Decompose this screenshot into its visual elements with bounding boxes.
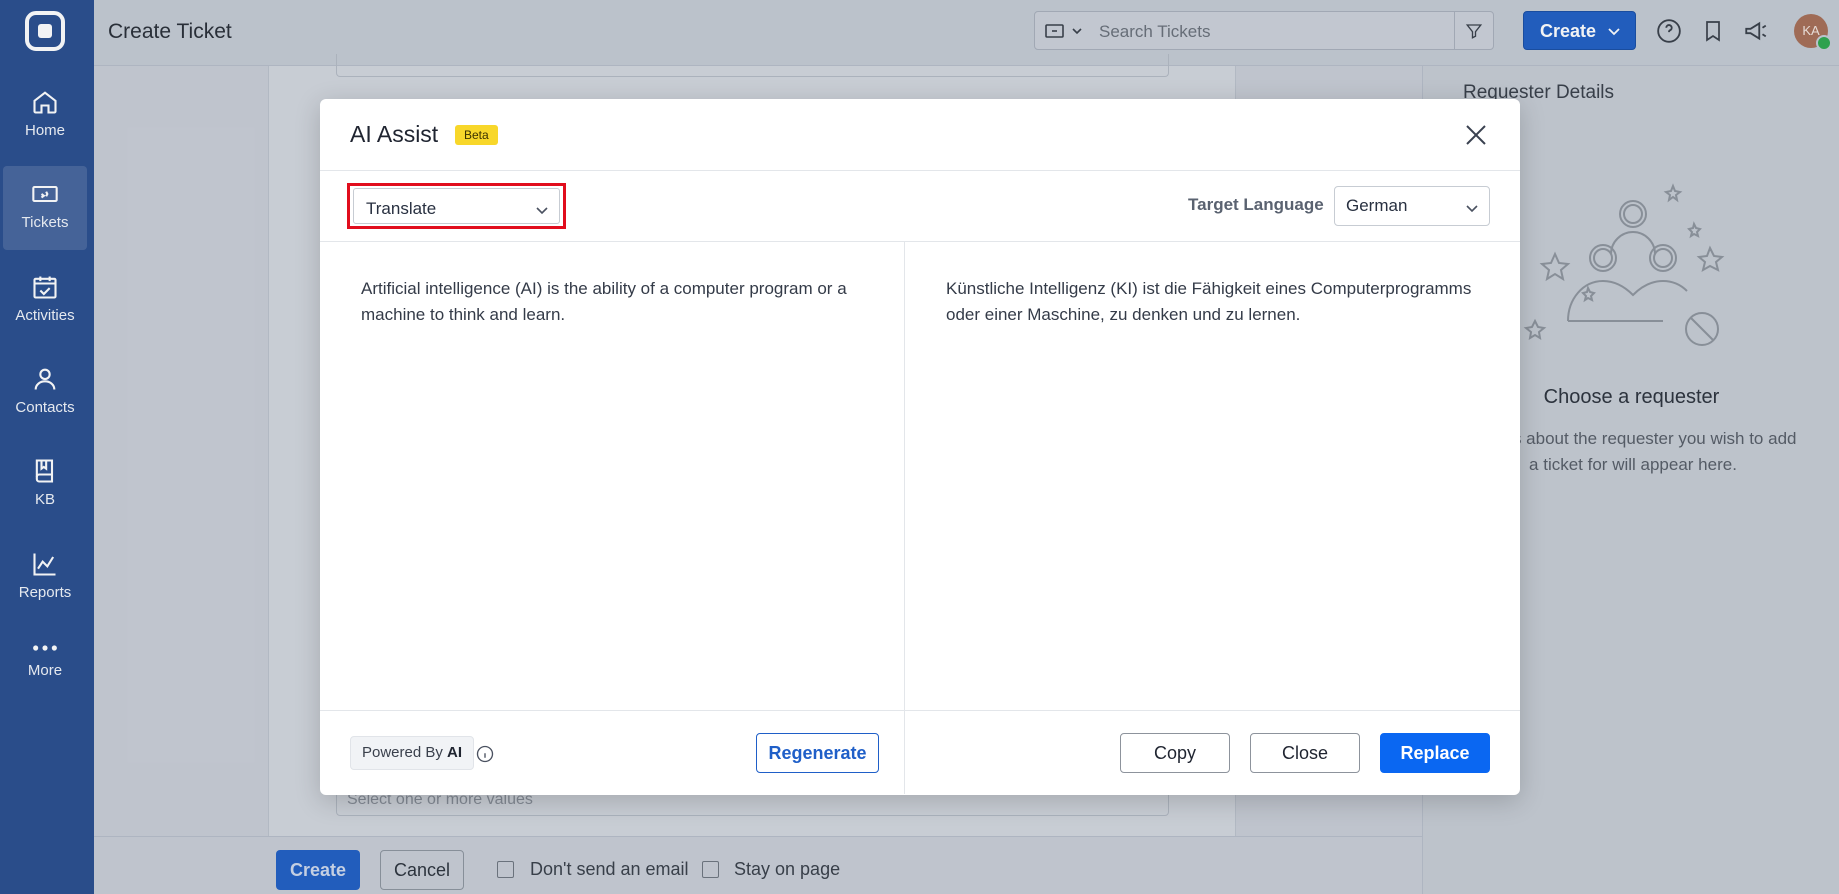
powered-by-ai-label: AI xyxy=(447,744,463,761)
chevron-down-icon xyxy=(1466,205,1478,213)
powered-by-label: Powered By xyxy=(362,744,443,761)
close-icon[interactable] xyxy=(1462,121,1490,149)
source-text: Artificial intelligence (AI) is the abil… xyxy=(361,279,847,324)
powered-by-ai-badge: Powered By AI xyxy=(350,736,475,770)
ai-assist-modal: AI Assist Beta Translate Target Language… xyxy=(320,99,1520,795)
modal-footer: Powered By AI Regenerate Copy Close Repl… xyxy=(320,710,1520,795)
target-language-label: Target Language xyxy=(1188,195,1324,214)
ai-mode-select-box: Translate xyxy=(353,188,560,224)
target-language-select[interactable]: German xyxy=(1334,186,1490,226)
beta-badge: Beta xyxy=(455,125,498,145)
replace-button[interactable]: Replace xyxy=(1380,733,1490,773)
ai-mode-value: Translate xyxy=(366,199,437,218)
modal-header: AI Assist Beta xyxy=(320,99,1520,171)
regenerate-button[interactable]: Regenerate xyxy=(756,733,879,773)
modal-title: AI Assist xyxy=(350,121,439,147)
close-button[interactable]: Close xyxy=(1250,733,1360,773)
ai-mode-select[interactable]: Translate xyxy=(347,183,566,229)
chevron-down-icon xyxy=(536,207,548,215)
target-language-value: German xyxy=(1346,196,1408,215)
info-icon[interactable] xyxy=(476,745,494,763)
translated-text: Künstliche Intelligenz (KI) ist die Fähi… xyxy=(946,279,1472,324)
copy-button[interactable]: Copy xyxy=(1120,733,1230,773)
modal-toolbar: Translate Target Language German xyxy=(320,171,1520,242)
